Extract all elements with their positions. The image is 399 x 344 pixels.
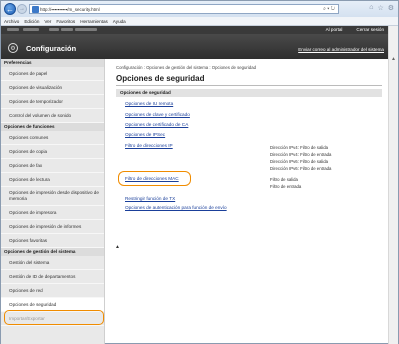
sidebar-item-copy[interactable]: Opciones de copia — [1, 145, 104, 159]
logout-link[interactable]: Cerrar sesión — [356, 27, 384, 32]
menu-archivo[interactable]: Archivo — [4, 19, 19, 24]
sidebar-item-dept-id[interactable]: Gestión de ID de departamentos — [1, 270, 104, 284]
sidebar-highlight — [4, 310, 104, 325]
restrict-tx-link[interactable]: Restringir función de TX — [125, 196, 175, 201]
sidebar-item-paper[interactable]: Opciones de papel — [1, 67, 104, 81]
sidebar: Preferencias Opciones de papel Opciones … — [1, 59, 105, 344]
sidebar-item-timer[interactable]: Opciones de temporizador — [1, 95, 104, 109]
ca-cert-link[interactable]: Opciones de certificado de CA — [125, 122, 188, 127]
settings-logo-icon: ⚙ — [8, 43, 18, 53]
sidebar-item-common[interactable]: Opciones comunes — [1, 131, 104, 145]
ip-filter-value: Dirección IPv6: Filtro de salida — [270, 159, 329, 164]
blurred-text — [61, 28, 73, 31]
sidebar-section-functions: Opciones de funciones — [1, 123, 104, 131]
page-icon — [32, 6, 39, 13]
sidebar-section-preferences: Preferencias — [1, 59, 104, 67]
menu-ayuda[interactable]: Ayuda — [113, 19, 126, 24]
scroll-up-icon[interactable]: ▲ — [391, 56, 396, 62]
browser-toolbar: ← → http://▪▪▪▪▪▪▪▪▪▪/m_security.html ⌕ … — [1, 1, 398, 17]
page-title: Opciones de seguridad — [116, 74, 205, 83]
top-strip: Al portal Cerrar sesión — [1, 26, 388, 34]
blurred-text — [49, 28, 59, 31]
remote-ui-link[interactable]: Opciones de IU remota — [125, 101, 173, 106]
address-tools[interactable]: ⌕ ▾ ↻ — [323, 6, 335, 12]
ip-filter-value: Dirección IPv4: Filtro de entrada — [270, 152, 332, 157]
sidebar-item-system-mgmt[interactable]: Gestión del sistema — [1, 256, 104, 270]
sidebar-item-scan[interactable]: Opciones de lectura — [1, 173, 104, 187]
ip-filter-link[interactable]: Filtro de direcciones IP — [125, 143, 173, 148]
menu-bar: Archivo Edición Ver Favoritos Herramient… — [1, 17, 398, 26]
browser-window: ← → http://▪▪▪▪▪▪▪▪▪▪/m_security.html ⌕ … — [0, 0, 399, 344]
back-button[interactable]: ← — [4, 3, 16, 15]
address-bar[interactable]: http://▪▪▪▪▪▪▪▪▪▪/m_security.html ⌕ ▾ ↻ — [29, 4, 339, 14]
sidebar-item-fax[interactable]: Opciones de fax — [1, 159, 104, 173]
portal-link[interactable]: Al portal — [326, 27, 343, 32]
title-divider — [116, 85, 382, 86]
forward-button[interactable]: → — [17, 4, 27, 14]
sidebar-item-memory-print[interactable]: Opciones de impresión desde dispositivo … — [1, 187, 104, 206]
sidebar-item-report-print[interactable]: Opciones de impresión de informes — [1, 220, 104, 234]
ip-filter-value: Dirección IPv6: Filtro de entrada — [270, 166, 332, 171]
sidebar-item-volume[interactable]: Control del volumen de sonido — [1, 109, 104, 123]
home-icon[interactable]: ⌂ — [369, 4, 373, 12]
sidebar-item-favorites[interactable]: Opciones favoritas — [1, 234, 104, 248]
address-url: http://▪▪▪▪▪▪▪▪▪▪/m_security.html — [40, 6, 100, 12]
mac-filter-value: Filtro de entrada — [270, 184, 302, 189]
breadcrumb: Configuración : Opciones de gestión del … — [116, 65, 256, 70]
menu-ver[interactable]: Ver — [44, 19, 51, 24]
auth-func-link[interactable]: Opciones de autenticación para función d… — [125, 205, 227, 210]
app-header: ⚙ Configuración Enviar correo al adminis… — [1, 34, 388, 59]
mac-filter-value: Filtro de salida — [270, 177, 298, 182]
blurred-text — [75, 28, 97, 31]
scrollbar[interactable]: ▲ — [388, 26, 398, 344]
gear-icon[interactable]: ⚙ — [388, 4, 394, 12]
menu-favoritos[interactable]: Favoritos — [56, 19, 75, 24]
menu-herramientas[interactable]: Herramientas — [80, 19, 108, 24]
section-header: Opciones de seguridad — [116, 89, 382, 97]
app-title: Configuración — [26, 44, 77, 53]
sidebar-item-printer[interactable]: Opciones de impresora — [1, 206, 104, 220]
mac-filter-highlight — [118, 171, 191, 186]
sidebar-section-system: Opciones de gestión del sistema — [1, 248, 104, 256]
sidebar-item-network[interactable]: Opciones de red — [1, 284, 104, 298]
blurred-text — [23, 28, 39, 31]
admin-email-link[interactable]: Enviar correo al administrador del siste… — [298, 47, 384, 52]
blurred-text — [7, 28, 19, 31]
key-cert-link[interactable]: Opciones de clave y certificado — [125, 112, 190, 117]
menu-edicion[interactable]: Edición — [24, 19, 39, 24]
ip-filter-value: Dirección IPv4: Filtro de salida — [270, 145, 329, 150]
favorites-icon[interactable]: ☆ — [377, 4, 383, 12]
page-top-icon[interactable]: ▲ — [115, 244, 120, 250]
ipsec-link[interactable]: Opciones de IPSec — [125, 132, 165, 137]
sidebar-item-display[interactable]: Opciones de visualización — [1, 81, 104, 95]
